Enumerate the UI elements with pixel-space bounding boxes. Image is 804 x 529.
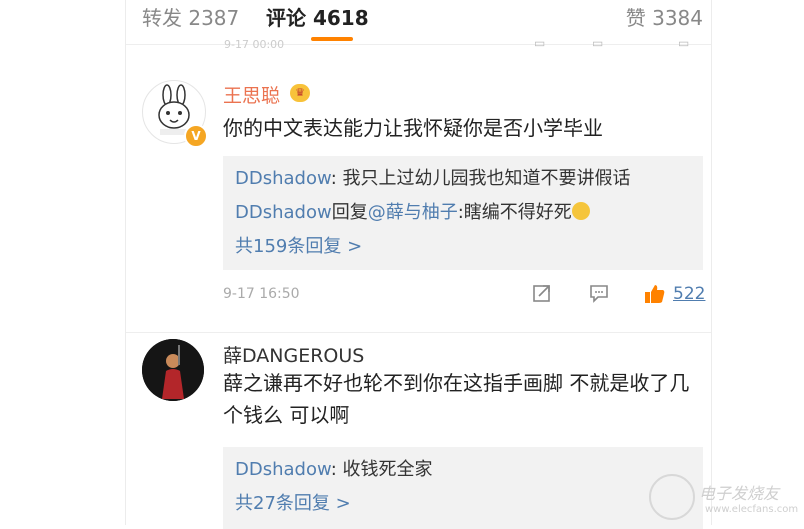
comment-footer: 9-17 16:50 522 bbox=[223, 280, 705, 310]
reply-username[interactable]: DDshadow bbox=[235, 168, 331, 189]
tab-like-label: 赞 bbox=[625, 6, 646, 30]
tab-like[interactable]: 赞 3384 bbox=[626, 2, 703, 31]
reply-text: :瞎编不得好死 bbox=[457, 202, 572, 223]
like-count[interactable]: 522 bbox=[673, 284, 705, 304]
reply-line: DDshadow回复@薛与柚子:瞎编不得好死 bbox=[235, 196, 691, 230]
reply-line: DDshadow: 我只上过幼儿园我也知道不要讲假话 bbox=[235, 162, 691, 196]
reply-separator: : bbox=[330, 459, 343, 480]
comment-username[interactable]: 王思聪 bbox=[223, 81, 280, 108]
reply-icon[interactable] bbox=[588, 282, 610, 304]
tab-comment-count: 4618 bbox=[312, 6, 369, 30]
reply-icon[interactable]: ▭ bbox=[592, 36, 603, 50]
tab-comment[interactable]: 评论 4618 bbox=[266, 2, 369, 31]
reply-username[interactable]: DDshadow bbox=[235, 202, 332, 223]
watermark-circle-icon bbox=[649, 474, 695, 520]
active-tab-indicator bbox=[311, 37, 353, 41]
comment-time: 9-17 16:50 bbox=[223, 286, 300, 302]
performer-avatar-icon bbox=[142, 339, 204, 401]
share-icon[interactable] bbox=[531, 282, 553, 304]
reply-keyword: 回复 bbox=[331, 202, 368, 223]
watermark-logo: 电子发烧友 www.elecfans.com bbox=[649, 472, 799, 522]
thumbs-up-icon[interactable] bbox=[643, 282, 667, 306]
comment-panel: 转发 2387 评论 4618 赞 3384 9-17 00:00 ▭ ▭ ▭ bbox=[125, 0, 712, 529]
reply-box: DDshadow: 我只上过幼儿园我也知道不要讲假话 DDshadow回复@薛与… bbox=[223, 156, 703, 270]
watermark-url: www.elecfans.com bbox=[705, 504, 799, 515]
tab-bar: 转发 2387 评论 4618 赞 3384 9-17 00:00 ▭ ▭ ▭ bbox=[126, 0, 711, 51]
tab-repost-count: 2387 bbox=[188, 6, 240, 30]
reply-box: DDshadow: 收钱死全家 共27条回复 > bbox=[223, 447, 703, 529]
comment-username[interactable]: 薛DANGEROUS bbox=[223, 341, 364, 368]
more-replies-link[interactable]: 共159条回复 > bbox=[235, 230, 691, 264]
mention-link[interactable]: @薛与柚子 bbox=[368, 202, 458, 223]
reply-text: 收钱死全家 bbox=[342, 459, 433, 480]
like-icon[interactable]: ▭ bbox=[678, 36, 689, 50]
comment-text: 薛之谦再不好也轮不到你在这指手画脚 不就是收了几个钱么 可以啊 bbox=[223, 371, 690, 427]
tab-repost-label: 转发 bbox=[142, 6, 182, 30]
emoji-icon bbox=[571, 202, 590, 220]
tab-like-count: 3384 bbox=[652, 6, 703, 30]
share-icon[interactable]: ▭ bbox=[534, 36, 545, 50]
reply-line: DDshadow: 收钱死全家 bbox=[235, 453, 691, 487]
more-replies-link[interactable]: 共27条回复 > bbox=[235, 487, 691, 521]
comment-item: 薛DANGEROUS 薛之谦再不好也轮不到你在这指手画脚 不就是收了几个钱么 可… bbox=[126, 332, 711, 529]
vip-crown-icon: ♛ bbox=[290, 84, 310, 102]
reply-text: 我只上过幼儿园我也知道不要讲假话 bbox=[342, 168, 631, 189]
tab-repost[interactable]: 转发 2387 bbox=[142, 2, 239, 31]
avatar[interactable] bbox=[142, 339, 204, 401]
previous-comment-time: 9-17 00:00 bbox=[224, 38, 285, 51]
tab-comment-label: 评论 bbox=[266, 6, 306, 30]
reply-separator: : bbox=[330, 168, 343, 189]
watermark-text: 电子发烧友 bbox=[699, 484, 780, 503]
verified-badge-icon: V bbox=[184, 124, 208, 148]
reply-username[interactable]: DDshadow bbox=[235, 459, 331, 480]
comment-text: 你的中文表达能力让我怀疑你是否小学毕业 bbox=[223, 116, 603, 140]
